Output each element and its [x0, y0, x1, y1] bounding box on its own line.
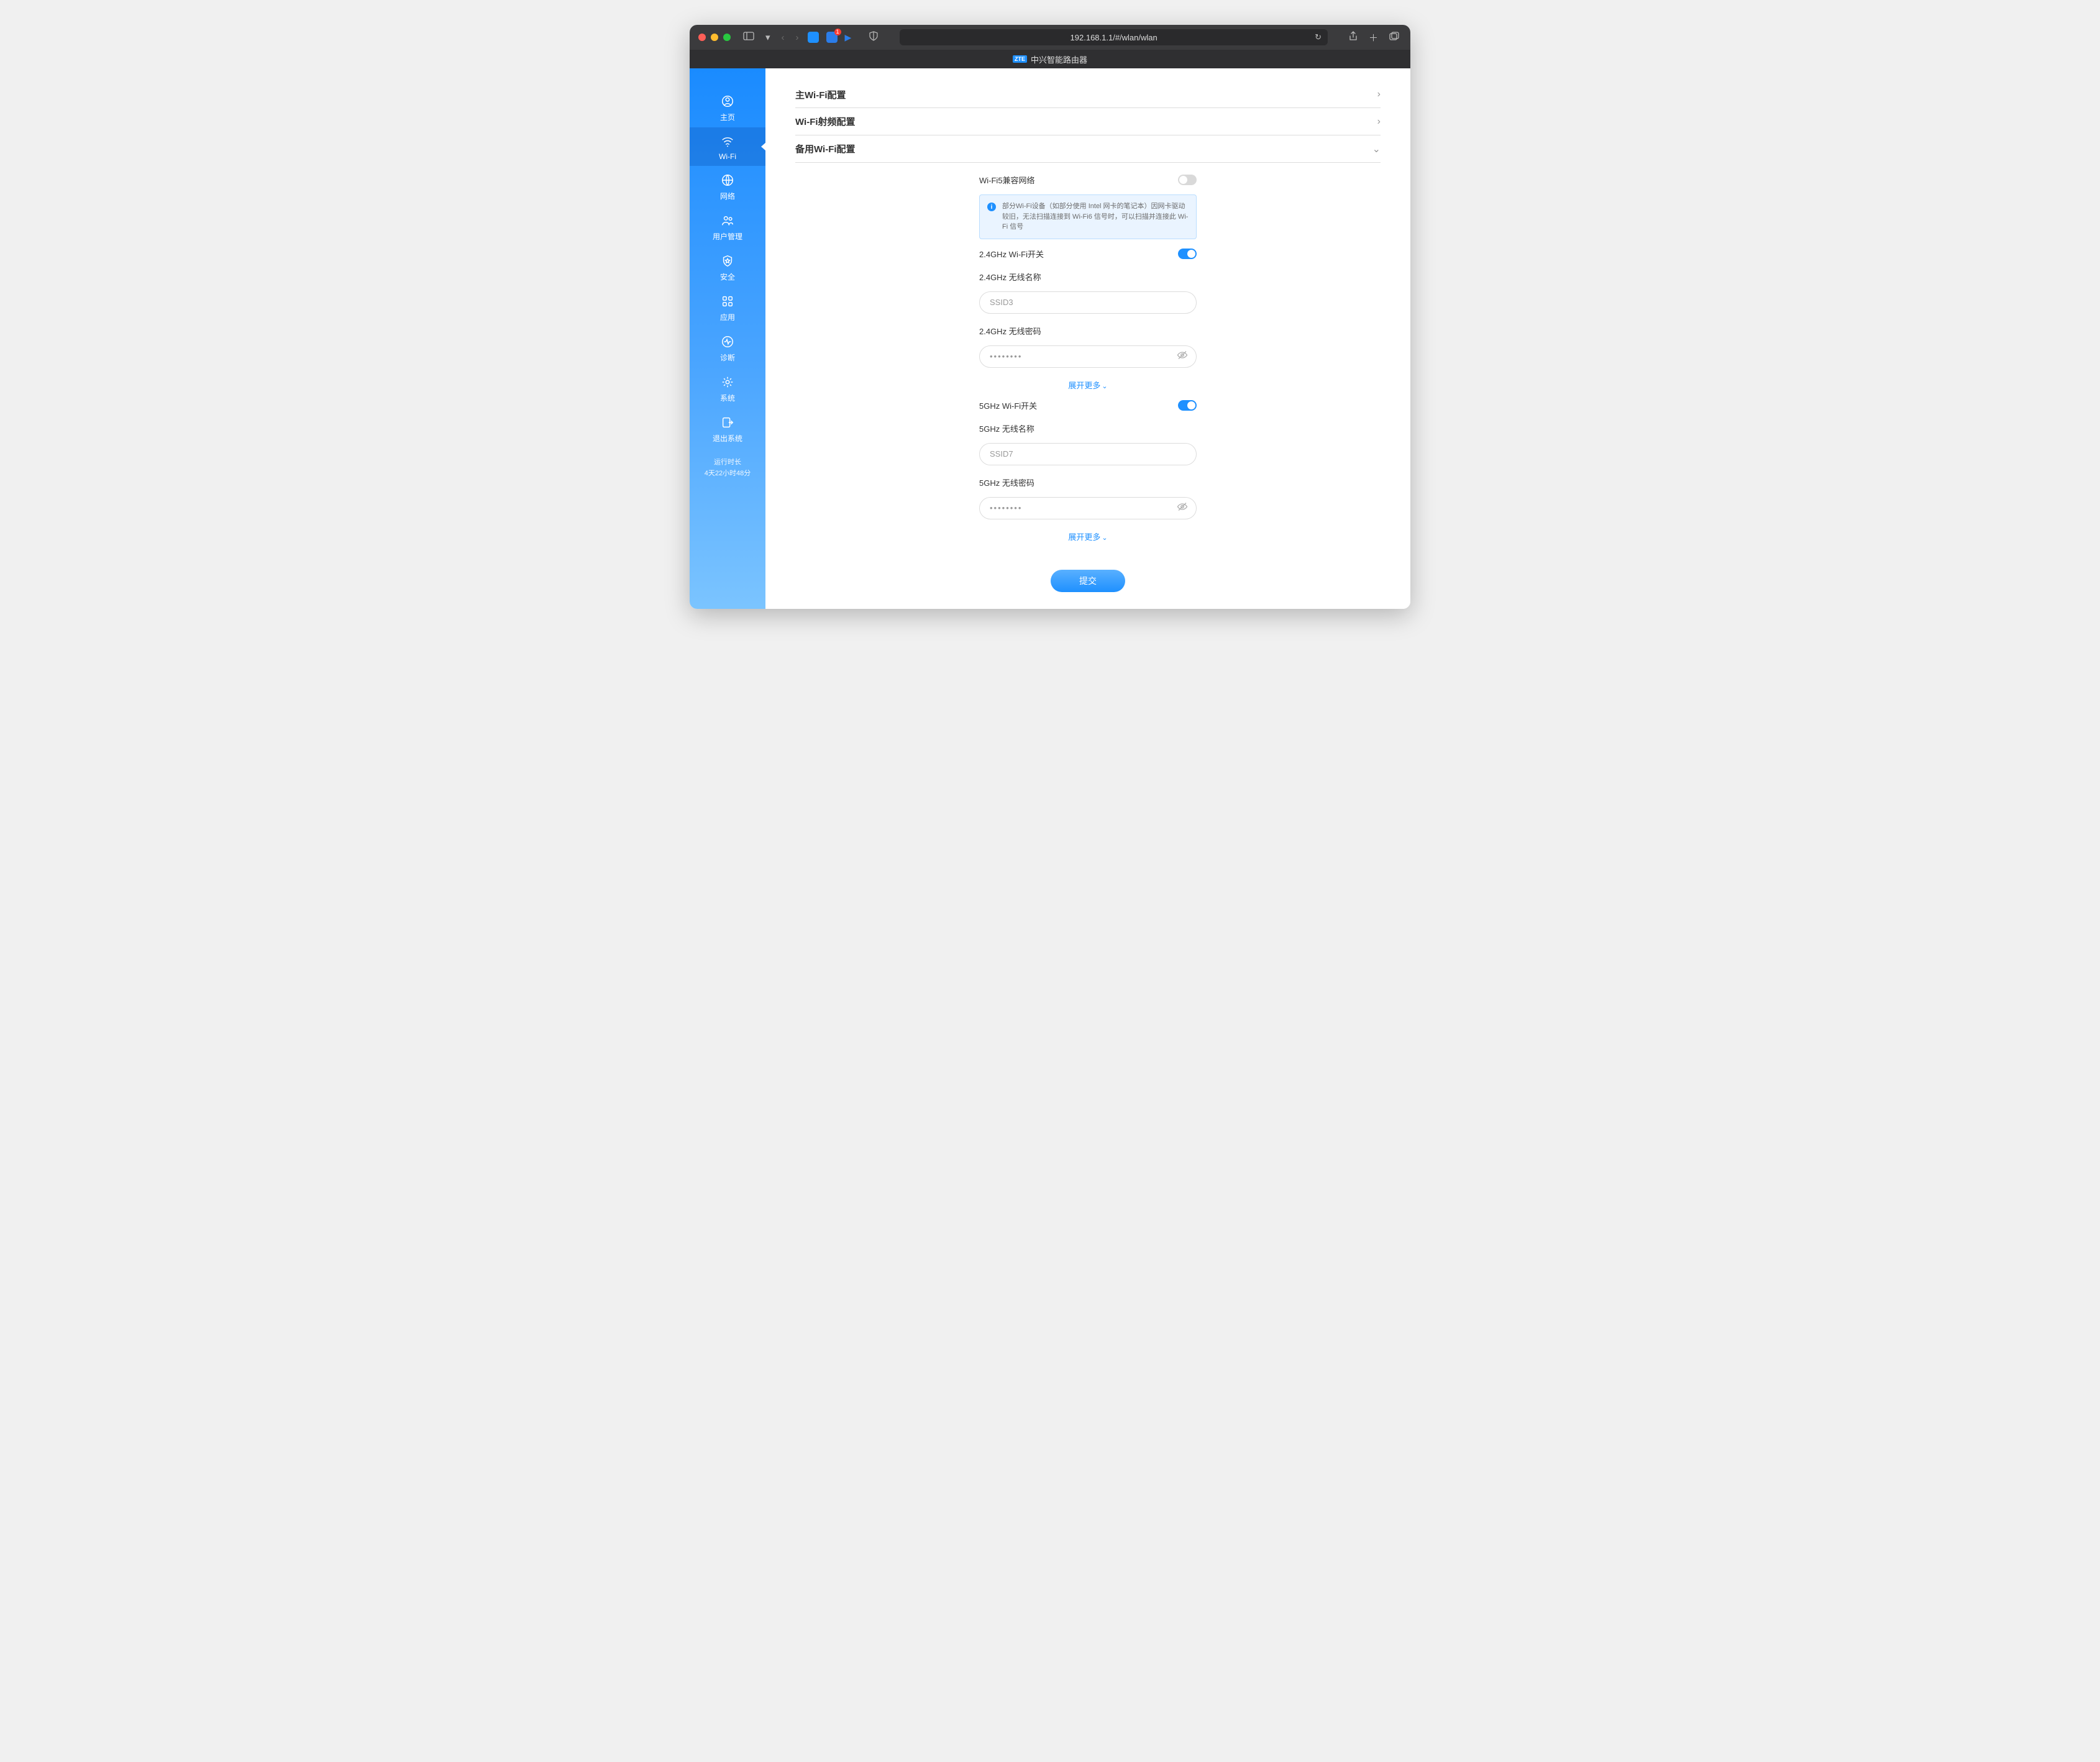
- new-tab-icon[interactable]: ＋: [1366, 30, 1381, 45]
- info-icon: i: [987, 203, 996, 211]
- sidebar-item-label: 退出系统: [713, 434, 742, 443]
- pw-5-label: 5GHz 无线密码: [979, 477, 1197, 488]
- sidebar-item-apps[interactable]: 应用: [690, 287, 765, 327]
- extension-1-icon[interactable]: [808, 32, 819, 43]
- extension-play-icon[interactable]: ▶: [845, 32, 852, 43]
- eye-off-icon[interactable]: [1177, 501, 1188, 515]
- extension-icons: 1 ▶: [808, 32, 852, 43]
- sidebar-item-label: 系统: [720, 394, 735, 403]
- sidebar-item-label: 主页: [720, 113, 735, 122]
- switch-24-label: 2.4GHz Wi-Fi开关: [979, 248, 1044, 260]
- backup-wifi-panel: Wi-Fi5兼容网络 i 部分Wi-Fi设备（如部分使用 Intel 网卡的笔记…: [795, 163, 1381, 609]
- switch-5-toggle[interactable]: [1178, 400, 1197, 411]
- pw-24-label: 2.4GHz 无线密码: [979, 325, 1197, 337]
- sidebar-item-label: 安全: [720, 273, 735, 281]
- dropdown-icon[interactable]: ▾: [763, 30, 773, 44]
- url-text: 192.168.1.1/#/wlan/wlan: [1071, 33, 1157, 42]
- section-title: Wi-Fi射频配置: [795, 115, 856, 128]
- window-controls[interactable]: [698, 34, 731, 41]
- section-backup-wifi[interactable]: 备用Wi-Fi配置 ⌄: [795, 135, 1381, 163]
- apps-icon: [719, 293, 736, 309]
- sidebar-toggle-icon[interactable]: [741, 30, 757, 44]
- shield-icon[interactable]: [866, 30, 881, 45]
- diagnosis-icon: [719, 334, 736, 350]
- wifi5-compat-toggle[interactable]: [1178, 175, 1197, 185]
- url-bar[interactable]: 192.168.1.1/#/wlan/wlan ↻: [900, 29, 1328, 45]
- back-button[interactable]: ‹: [779, 31, 787, 44]
- sidebar-item-system[interactable]: 系统: [690, 368, 765, 408]
- chevron-right-icon: ›: [1377, 89, 1381, 100]
- users-icon: [719, 212, 736, 229]
- wifi5-compat-label: Wi-Fi5兼容网络: [979, 174, 1035, 186]
- sidebar: 主页 Wi-Fi 网络 用户管理 安全 应用: [690, 68, 765, 609]
- name-5-label: 5GHz 无线名称: [979, 422, 1197, 434]
- minimize-window[interactable]: [711, 34, 718, 41]
- tab-title: 中兴智能路由器: [1031, 53, 1087, 65]
- name-5-input[interactable]: [979, 443, 1197, 465]
- close-window[interactable]: [698, 34, 706, 41]
- sidebar-item-label: 应用: [720, 313, 735, 322]
- zte-badge: ZTE: [1013, 55, 1027, 63]
- tabs-overview-icon[interactable]: [1387, 30, 1402, 44]
- section-title: 主Wi-Fi配置: [795, 88, 846, 101]
- sidebar-item-network[interactable]: 网络: [690, 166, 765, 206]
- sidebar-item-label: 诊断: [720, 354, 735, 362]
- submit-button[interactable]: 提交: [1051, 570, 1125, 592]
- expand-more-24[interactable]: 展开更多⌄: [979, 379, 1197, 391]
- name-24-input[interactable]: [979, 291, 1197, 314]
- browser-window: ▾ ‹ › 1 ▶ 192.168.1.1/#/wlan/wlan ↻ ＋: [690, 25, 1410, 609]
- section-title: 备用Wi-Fi配置: [795, 142, 856, 155]
- logout-icon: [719, 414, 736, 431]
- extension-2-icon[interactable]: 1: [826, 32, 838, 43]
- sidebar-item-security[interactable]: 安全: [690, 247, 765, 287]
- maximize-window[interactable]: [723, 34, 731, 41]
- extension-badge: 1: [834, 29, 841, 35]
- gear-icon: [719, 374, 736, 390]
- sidebar-item-diagnosis[interactable]: 诊断: [690, 327, 765, 368]
- uptime-label: 运行时长: [705, 457, 751, 468]
- expand-more-5[interactable]: 展开更多⌄: [979, 531, 1197, 542]
- chevron-right-icon: ›: [1377, 116, 1381, 127]
- info-text: 部分Wi-Fi设备（如部分使用 Intel 网卡的笔记本）因网卡驱动较旧，无法扫…: [1002, 203, 1188, 231]
- share-icon[interactable]: [1346, 30, 1360, 45]
- sidebar-item-wifi[interactable]: Wi-Fi: [690, 127, 765, 166]
- switch-24-toggle[interactable]: [1178, 249, 1197, 259]
- sidebar-item-label: Wi-Fi: [719, 152, 736, 161]
- browser-chrome: ▾ ‹ › 1 ▶ 192.168.1.1/#/wlan/wlan ↻ ＋: [690, 25, 1410, 68]
- network-icon: [719, 172, 736, 188]
- name-24-label: 2.4GHz 无线名称: [979, 271, 1197, 283]
- refresh-icon[interactable]: ↻: [1315, 32, 1322, 42]
- sidebar-item-home[interactable]: 主页: [690, 87, 765, 127]
- forward-button[interactable]: ›: [793, 31, 801, 44]
- sidebar-item-users[interactable]: 用户管理: [690, 206, 765, 247]
- uptime-value: 4天22小时48分: [705, 468, 751, 480]
- shield-icon: [719, 253, 736, 269]
- section-rf-wifi[interactable]: Wi-Fi射频配置 ›: [795, 108, 1381, 135]
- sidebar-item-logout[interactable]: 退出系统: [690, 408, 765, 449]
- chevron-down-icon: ⌄: [1372, 143, 1381, 155]
- tab-bar: ZTE 中兴智能路由器: [690, 50, 1410, 68]
- uptime: 运行时长 4天22小时48分: [705, 457, 751, 479]
- sidebar-item-label: 用户管理: [713, 232, 742, 241]
- wifi-icon: [719, 134, 736, 150]
- pw-5-input[interactable]: [979, 497, 1197, 519]
- info-tip: i 部分Wi-Fi设备（如部分使用 Intel 网卡的笔记本）因网卡驱动较旧，无…: [979, 194, 1197, 239]
- home-icon: [719, 93, 736, 109]
- section-main-wifi[interactable]: 主Wi-Fi配置 ›: [795, 81, 1381, 108]
- main-content[interactable]: 主Wi-Fi配置 › Wi-Fi射频配置 › 备用Wi-Fi配置 ⌄ Wi-Fi…: [765, 68, 1410, 609]
- eye-off-icon[interactable]: [1177, 349, 1188, 363]
- switch-5-label: 5GHz Wi-Fi开关: [979, 399, 1037, 411]
- pw-24-input[interactable]: [979, 345, 1197, 368]
- sidebar-item-label: 网络: [720, 192, 735, 201]
